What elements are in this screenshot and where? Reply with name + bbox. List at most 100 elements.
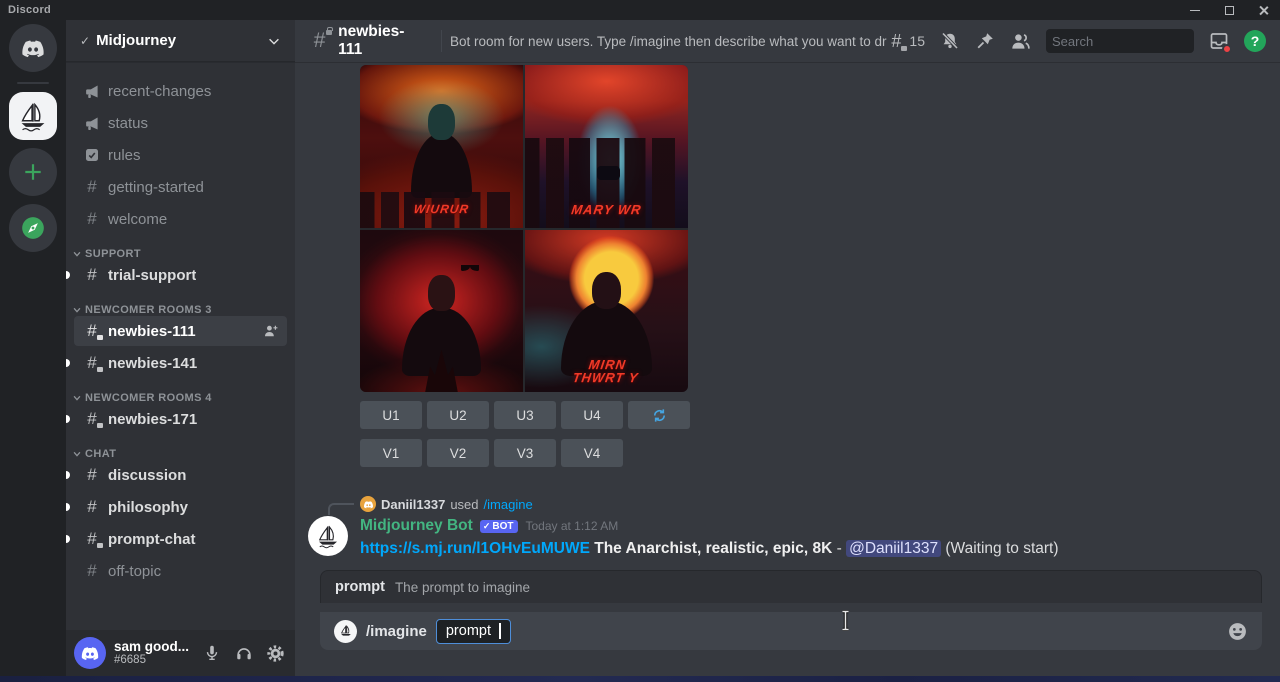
bat-silhouette <box>461 265 479 271</box>
slash-command-autocomplete[interactable]: prompt The prompt to imagine <box>320 570 1262 603</box>
close-button[interactable] <box>1246 0 1280 20</box>
unread-indicator <box>66 503 70 511</box>
sidebar-item-philosophy[interactable]: philosophy <box>74 492 287 522</box>
grid-image-2: MARY WR <box>525 65 688 228</box>
verified-check-icon: ✓ <box>483 521 491 532</box>
sidebar-item-rules[interactable]: rules <box>74 140 287 170</box>
channel-name: newbies-141 <box>108 355 197 372</box>
lock-badge <box>326 30 332 35</box>
minimize-button[interactable] <box>1178 0 1212 20</box>
sidebar-item-getting-started[interactable]: getting-started <box>74 172 287 202</box>
car-silhouette <box>597 166 620 181</box>
channel-name: trial-support <box>108 267 196 284</box>
variation-button-row: V1 V2 V3 V4 <box>360 439 1280 467</box>
section-title: NEWCOMER ROOMS 4 <box>85 392 212 404</box>
option-name: prompt <box>335 579 385 595</box>
reply-context[interactable]: Daniil1337 used /imagine <box>360 495 1280 513</box>
u3-button[interactable]: U3 <box>494 401 556 429</box>
channel-name: philosophy <box>108 499 188 516</box>
reply-username[interactable]: Daniil1337 <box>381 497 445 512</box>
u1-button[interactable]: U1 <box>360 401 422 429</box>
reply-user-avatar[interactable] <box>360 496 376 512</box>
v4-button[interactable]: V4 <box>561 439 623 467</box>
section-newcomer-rooms-3[interactable]: NEWCOMER ROOMS 3 <box>66 292 295 316</box>
channel-name: prompt-chat <box>108 531 196 548</box>
threads-button[interactable]: 15 <box>887 31 925 52</box>
sidebar-item-status[interactable]: status <box>74 108 287 138</box>
sidebar-item-newbies-141[interactable]: newbies-141 <box>74 348 287 378</box>
channel-name: off-topic <box>108 563 161 580</box>
user-avatar[interactable] <box>74 637 106 669</box>
notification-settings-button[interactable] <box>940 31 960 51</box>
message-content: https://s.mj.run/l1OHvEuMUWE The Anarchi… <box>360 540 1280 558</box>
sidebar-item-prompt-chat[interactable]: prompt-chat <box>74 524 287 554</box>
midjourney-sailboat-icon <box>338 623 354 639</box>
v2-button[interactable]: V2 <box>427 439 489 467</box>
settings-button[interactable] <box>263 639 287 667</box>
section-chat[interactable]: CHAT <box>66 436 295 460</box>
sidebar-item-newbies-111[interactable]: newbies-111 <box>74 316 287 346</box>
close-icon <box>1258 5 1269 16</box>
bot-badge: ✓BOT <box>480 520 519 533</box>
hash-icon <box>82 177 102 197</box>
section-title: SUPPORT <box>85 248 141 260</box>
member-list-button[interactable] <box>1010 31 1031 52</box>
tile-caption: MIRN THWRT Y <box>525 358 688 384</box>
sidebar-item-off-topic[interactable]: off-topic <box>74 556 287 586</box>
server-name: Midjourney <box>96 32 261 49</box>
sidebar-item-trial-support[interactable]: trial-support <box>74 260 287 290</box>
separator: - <box>837 540 842 557</box>
pinned-messages-button[interactable] <box>975 31 995 51</box>
midjourney-sailboat-icon <box>313 521 343 551</box>
maximize-button[interactable] <box>1212 0 1246 20</box>
chat-bubble-badge <box>96 542 103 548</box>
header-divider <box>441 30 442 52</box>
minimize-icon <box>1190 10 1200 11</box>
reply-command-link[interactable]: /imagine <box>484 497 533 512</box>
help-button[interactable]: ? <box>1244 30 1266 52</box>
caption-line-2: THWRT Y <box>572 370 640 385</box>
section-newcomer-rooms-4[interactable]: NEWCOMER ROOMS 4 <box>66 380 295 404</box>
server-icon-midjourney[interactable] <box>9 92 57 140</box>
inbox-button[interactable] <box>1209 31 1229 51</box>
hash-icon <box>82 561 102 581</box>
sidebar-item-welcome[interactable]: welcome <box>74 204 287 234</box>
midjourney-image-grid[interactable]: WIURUR MARY WR MIRN <box>360 65 688 392</box>
sidebar-item-recent-changes[interactable]: recent-changes <box>74 76 287 106</box>
section-title: NEWCOMER ROOMS 3 <box>85 304 212 316</box>
user-mention[interactable]: @Daniil1337 <box>846 540 941 557</box>
add-server-button[interactable] <box>9 148 57 196</box>
midjourney-bot-avatar[interactable] <box>308 516 348 556</box>
job-link[interactable]: https://s.mj.run/l1OHvEuMUWE <box>360 540 590 557</box>
hash-icon <box>82 497 102 517</box>
reroll-button[interactable] <box>628 401 690 429</box>
u4-button[interactable]: U4 <box>561 401 623 429</box>
channel-topic[interactable]: Bot room for new users. Type /imagine th… <box>450 34 887 49</box>
v1-button[interactable]: V1 <box>360 439 422 467</box>
u2-button[interactable]: U2 <box>427 401 489 429</box>
section-support[interactable]: SUPPORT <box>66 236 295 260</box>
message-input-bar[interactable]: /imagine prompt <box>320 612 1262 650</box>
emoji-picker-button[interactable] <box>1227 621 1248 642</box>
search-input[interactable] <box>1052 34 1228 49</box>
explore-servers-button[interactable] <box>9 204 57 252</box>
discord-logo-icon <box>363 499 374 510</box>
prompt-text: The Anarchist, realistic, epic, 8K <box>594 540 832 557</box>
deafen-button[interactable] <box>232 639 256 667</box>
chevron-down-icon <box>72 249 82 259</box>
v3-button[interactable]: V3 <box>494 439 556 467</box>
text-caret <box>499 623 501 639</box>
home-button[interactable] <box>9 24 57 72</box>
bot-author-name[interactable]: Midjourney Bot <box>360 517 473 535</box>
hash-icon <box>82 265 102 285</box>
sidebar-item-discussion[interactable]: discussion <box>74 460 287 490</box>
user-info[interactable]: sam good... #6685 <box>114 639 192 667</box>
create-invite-button[interactable] <box>263 323 279 339</box>
mute-button[interactable] <box>200 639 224 667</box>
prompt-option-field[interactable]: prompt <box>436 619 511 644</box>
server-header[interactable]: ✓ Midjourney <box>66 20 295 62</box>
sidebar-item-newbies-171[interactable]: newbies-171 <box>74 404 287 434</box>
tile-caption: WIURUR <box>360 202 523 216</box>
bell-slash-icon <box>940 31 960 51</box>
channel-name: newbies-111 <box>108 323 196 340</box>
